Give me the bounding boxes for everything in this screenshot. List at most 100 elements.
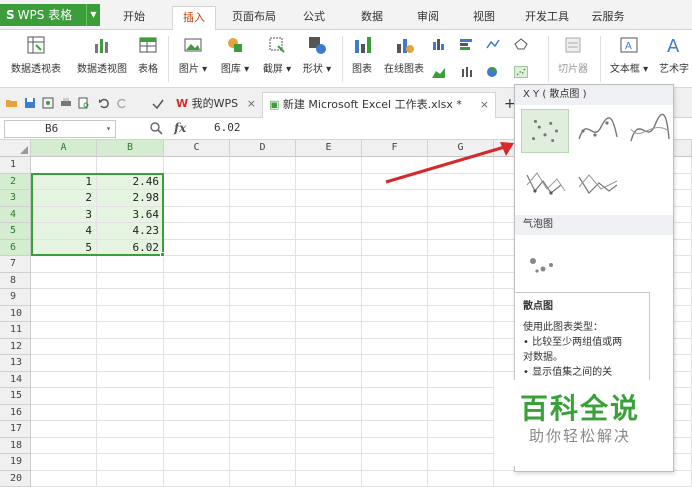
grid-cell[interactable] (97, 322, 164, 339)
grid-cell[interactable] (428, 421, 494, 438)
grid-cell[interactable] (296, 305, 362, 322)
screenshot-button[interactable]: 截屏 ▾ (258, 34, 296, 75)
row-header[interactable]: 14 (0, 371, 31, 388)
grid-cell[interactable] (428, 190, 494, 207)
grid-cell[interactable] (296, 404, 362, 421)
row-header[interactable]: 12 (0, 338, 31, 355)
grid-cell[interactable] (164, 173, 230, 190)
radar-chart-icon[interactable] (514, 38, 528, 50)
grid-cell[interactable] (31, 470, 97, 487)
grid-cell[interactable] (230, 206, 296, 223)
grid-cell[interactable] (362, 355, 428, 372)
grid-cell[interactable] (362, 289, 428, 306)
row-header[interactable]: 10 (0, 305, 31, 322)
chart-button[interactable]: 图表 (348, 34, 376, 75)
row-header[interactable]: 15 (0, 388, 31, 405)
grid-cell[interactable] (97, 305, 164, 322)
grid-cell[interactable] (428, 206, 494, 223)
tab-view[interactable]: 视图 (462, 6, 506, 30)
grid-cell[interactable] (428, 454, 494, 471)
grid-cell[interactable] (296, 272, 362, 289)
grid-cell[interactable] (230, 338, 296, 355)
grid-cell[interactable] (230, 289, 296, 306)
grid-cell[interactable] (230, 388, 296, 405)
grid-cell[interactable] (97, 289, 164, 306)
tab-formulas[interactable]: 公式 (292, 6, 336, 30)
scatter-chart-icon[interactable] (514, 66, 528, 78)
slicer-button[interactable]: 切片器 (554, 34, 592, 75)
grid-cell[interactable] (230, 322, 296, 339)
tab-home[interactable]: 开始 (112, 6, 156, 30)
grid-cell[interactable] (31, 371, 97, 388)
grid-cell[interactable] (230, 355, 296, 372)
grid-cell[interactable] (164, 404, 230, 421)
scatter-markers-only-option[interactable] (521, 109, 569, 153)
tab-developer[interactable]: 开发工具 (518, 6, 576, 30)
column-chart-icon[interactable] (432, 38, 446, 50)
tab-review[interactable]: 审阅 (406, 6, 450, 30)
scatter-smooth-lines-option[interactable] (625, 109, 673, 153)
grid-cell[interactable] (362, 223, 428, 240)
grid-cell[interactable] (230, 173, 296, 190)
grid-cell[interactable] (97, 157, 164, 174)
grid-cell[interactable] (97, 421, 164, 438)
grid-cell[interactable] (362, 338, 428, 355)
grid-cell[interactable] (230, 454, 296, 471)
row-header[interactable]: 19 (0, 454, 31, 471)
grid-cell[interactable] (31, 404, 97, 421)
grid-cell[interactable]: 2 (31, 190, 97, 207)
grid-cell[interactable] (362, 437, 428, 454)
grid-cell[interactable] (428, 272, 494, 289)
grid-cell[interactable] (362, 272, 428, 289)
customize-toolbar-icon[interactable] (152, 97, 164, 109)
row-header[interactable]: 3 (0, 190, 31, 207)
grid-cell[interactable] (31, 454, 97, 471)
row-header[interactable]: 2 (0, 173, 31, 190)
grid-cell[interactable] (362, 388, 428, 405)
grid-cell[interactable] (428, 256, 494, 273)
grid-cell[interactable] (164, 289, 230, 306)
new-tab-button[interactable]: + (498, 92, 516, 118)
grid-cell[interactable] (164, 355, 230, 372)
table-button[interactable]: 表格 (134, 34, 162, 75)
column-header-e[interactable]: E (296, 140, 362, 157)
row-header[interactable]: 18 (0, 437, 31, 454)
close-icon[interactable]: × (247, 92, 256, 116)
row-header[interactable]: 8 (0, 272, 31, 289)
grid-cell[interactable] (31, 256, 97, 273)
grid-cell[interactable] (296, 173, 362, 190)
grid-cell[interactable] (97, 437, 164, 454)
grid-cell[interactable] (362, 239, 428, 256)
grid-cell[interactable] (31, 437, 97, 454)
grid-cell[interactable] (428, 388, 494, 405)
formula-input[interactable]: 6.02 (214, 121, 241, 134)
grid-cell[interactable] (164, 388, 230, 405)
grid-cell[interactable] (296, 322, 362, 339)
grid-cell[interactable] (428, 322, 494, 339)
save-as-icon[interactable] (42, 97, 54, 109)
grid-cell[interactable] (296, 437, 362, 454)
grid-cell[interactable]: 2.46 (97, 173, 164, 190)
bar-chart-icon[interactable] (460, 38, 474, 50)
grid-cell[interactable] (31, 272, 97, 289)
column-header-a[interactable]: A (31, 140, 97, 157)
grid-cell[interactable] (362, 322, 428, 339)
grid-cell[interactable] (230, 272, 296, 289)
grid-cell[interactable] (164, 421, 230, 438)
chevron-down-icon[interactable]: ▾ (106, 121, 111, 137)
textbox-button[interactable]: A 文本框 ▾ (606, 34, 652, 75)
grid-cell[interactable] (97, 470, 164, 487)
grid-cell[interactable] (296, 223, 362, 240)
row-header[interactable]: 16 (0, 404, 31, 421)
redo-icon[interactable] (116, 97, 128, 109)
grid-cell[interactable] (362, 470, 428, 487)
grid-cell[interactable] (164, 322, 230, 339)
art-text-button[interactable]: A 艺术字 (656, 34, 692, 75)
grid-cell[interactable] (97, 272, 164, 289)
grid-cell[interactable] (362, 404, 428, 421)
grid-cell[interactable] (296, 470, 362, 487)
grid-cell[interactable] (164, 305, 230, 322)
row-header[interactable]: 4 (0, 206, 31, 223)
gallery-button[interactable]: 图库 ▾ (216, 34, 254, 75)
grid-cell[interactable] (97, 355, 164, 372)
